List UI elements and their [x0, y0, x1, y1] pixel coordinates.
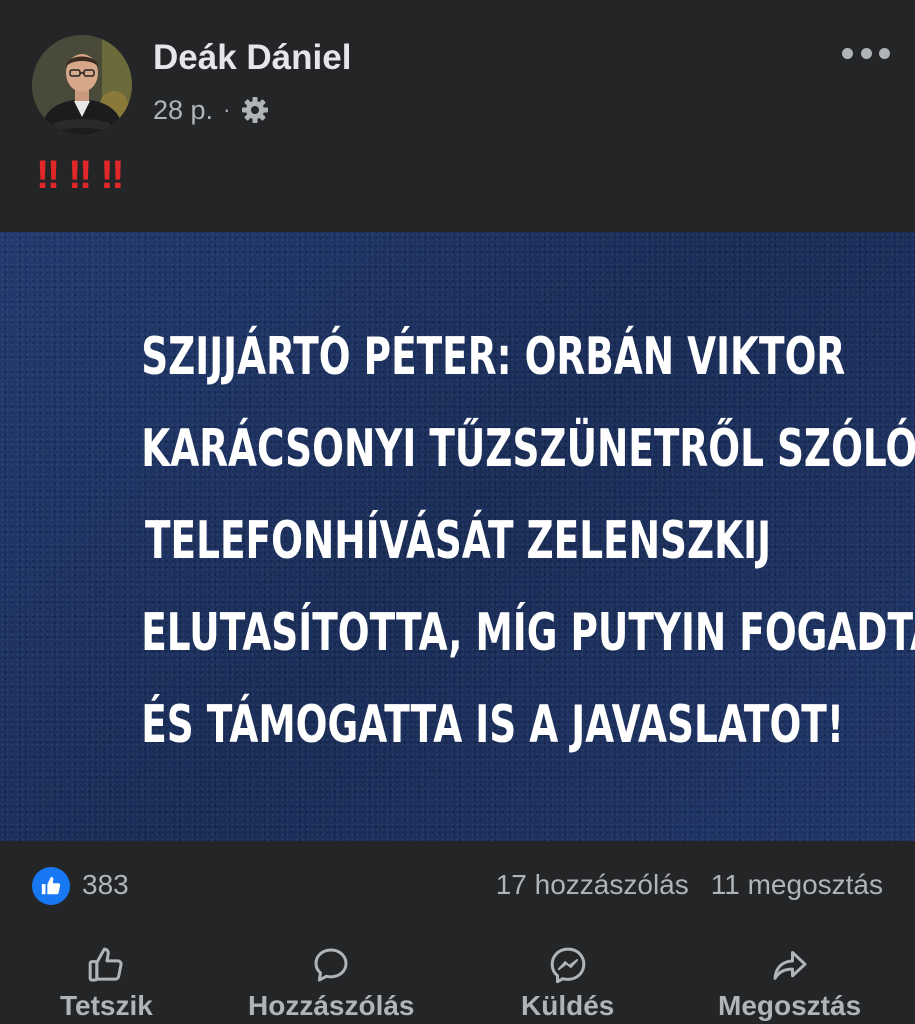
like-count[interactable]: 383	[82, 869, 129, 901]
double-exclamation-emoji: ‼	[36, 153, 60, 197]
image-text-line: ELUTASÍTOTTA, MÍG PUTYIN FOGADTA	[140, 602, 915, 663]
like-button[interactable]: Tetszik	[60, 944, 153, 1024]
image-text-line: TELEFONHÍVÁSÁT ZELENSZKIJ	[144, 510, 771, 571]
image-caption: SZIJJÁRTÓ PÉTER: ORBÁN VIKTOR KARÁCSONYI…	[140, 311, 915, 771]
share-label: Megosztás	[718, 990, 862, 1021]
comment-button[interactable]: Hozzászólás	[248, 944, 415, 1024]
messenger-icon	[547, 944, 589, 986]
image-text-line: SZIJJÁRTÓ PÉTER: ORBÁN VIKTOR	[140, 326, 845, 387]
post-time[interactable]: 28 p.	[153, 95, 213, 126]
post-meta: 28 p. ·	[153, 93, 270, 127]
more-options-button[interactable]	[838, 36, 894, 70]
share-count[interactable]: 11 megosztás	[711, 869, 883, 901]
like-label: Tetszik	[60, 990, 153, 1021]
post-text: ‼ ‼ ‼	[36, 153, 125, 198]
meta-separator: ·	[223, 97, 231, 122]
post-image[interactable]: SZIJJÁRTÓ PÉTER: ORBÁN VIKTOR KARÁCSONYI…	[0, 232, 915, 841]
facebook-post: Deák Dániel 28 p. · ‼ ‼ ‼ SZIJJÁRTÓ PÉTE…	[0, 0, 915, 1024]
dot-icon	[860, 47, 872, 59]
send-button[interactable]: Küldés	[521, 944, 614, 1024]
send-label: Küldés	[521, 990, 615, 1021]
share-button[interactable]: Megosztás	[718, 944, 861, 1024]
avatar[interactable]	[32, 35, 132, 135]
like-reaction-icon[interactable]	[32, 867, 70, 905]
gear-icon[interactable]	[240, 95, 270, 125]
image-text-line: KARÁCSONYI TŰZSZÜNETRŐL SZÓLÓ	[140, 418, 915, 479]
avatar-photo	[32, 35, 132, 135]
thumbs-up-icon	[85, 944, 127, 986]
comment-label: Hozzászólás	[248, 990, 415, 1021]
double-exclamation-emoji: ‼	[100, 153, 124, 197]
engagement-stats: 17 hozzászólás 11 megosztás	[496, 869, 883, 901]
dot-icon	[879, 47, 890, 59]
image-text-line: ÉS TÁMOGATTA IS A JAVASLATOT!	[140, 694, 844, 755]
post-header: Deák Dániel 28 p. · ‼ ‼ ‼	[0, 0, 915, 232]
share-arrow-icon	[769, 944, 811, 986]
comment-bubble-icon	[310, 944, 352, 986]
comment-count[interactable]: 17 hozzászólás	[496, 869, 689, 901]
dot-icon	[842, 47, 853, 59]
author-name[interactable]: Deák Dániel	[153, 38, 351, 78]
double-exclamation-emoji: ‼	[68, 153, 92, 197]
